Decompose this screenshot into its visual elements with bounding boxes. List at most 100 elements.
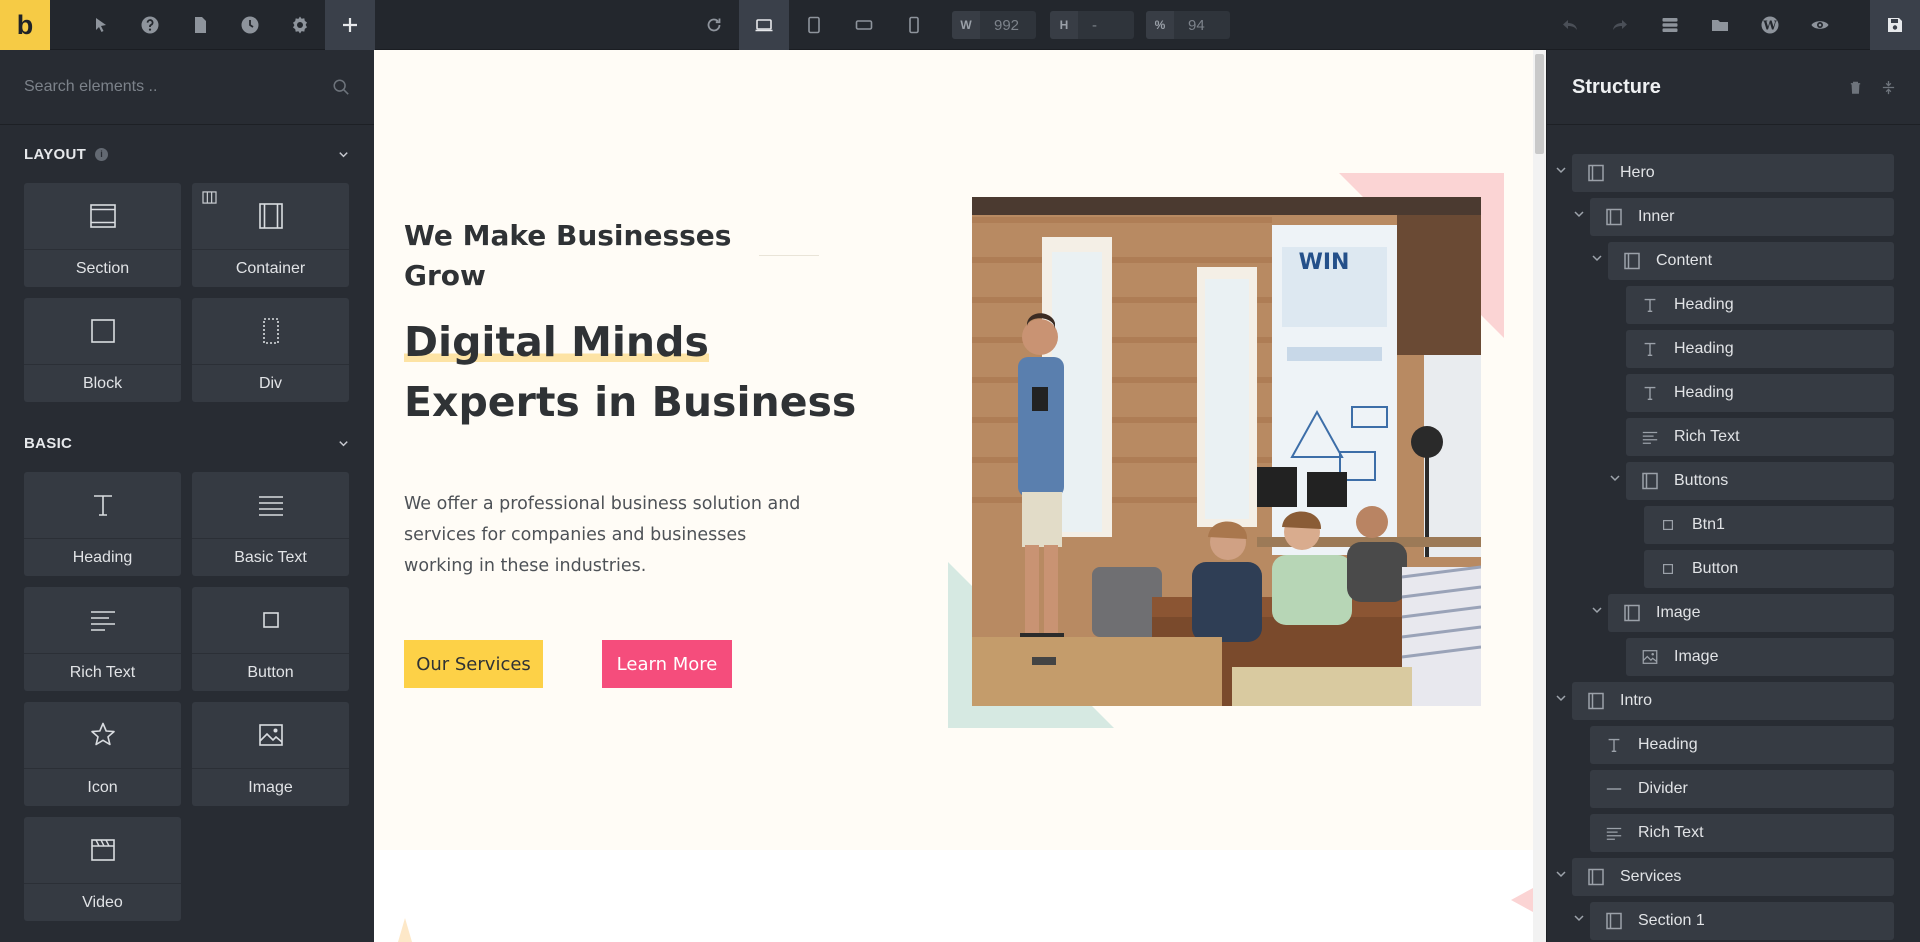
element-button[interactable]: Button — [192, 587, 349, 691]
structure-node[interactable]: Image — [1547, 634, 1920, 678]
block-icon — [88, 315, 118, 347]
info-icon[interactable]: i — [95, 147, 109, 161]
element-heading[interactable]: Heading — [24, 472, 181, 576]
chevron-down-icon[interactable] — [1554, 163, 1568, 177]
structure-node[interactable]: Button — [1547, 546, 1920, 590]
structure-node[interactable]: Image — [1547, 590, 1920, 634]
width-field[interactable]: W 992 — [952, 11, 1036, 39]
element-rich-text[interactable]: Rich Text — [24, 587, 181, 691]
folder-icon[interactable] — [1695, 0, 1745, 50]
structure-node[interactable]: Heading — [1547, 370, 1920, 414]
learn-more-button[interactable]: Learn More — [602, 640, 732, 688]
structure-node[interactable]: Heading — [1547, 326, 1920, 370]
structure-node-label: Heading — [1674, 384, 1734, 401]
structure-node[interactable]: Rich Text — [1547, 810, 1920, 854]
chevron-down-icon[interactable] — [337, 437, 350, 450]
redo-icon[interactable] — [1595, 0, 1645, 50]
svg-text:WIN: WIN — [1299, 250, 1350, 275]
wordpress-icon[interactable]: W — [1745, 0, 1795, 50]
search-icon[interactable] — [332, 78, 350, 96]
scrollbar-thumb[interactable] — [1535, 54, 1544, 154]
chevron-down-icon[interactable] — [1554, 867, 1568, 881]
heading-icon — [1639, 294, 1661, 316]
button-icon — [1657, 558, 1679, 580]
structure-node-label: Heading — [1638, 736, 1698, 753]
help-icon[interactable] — [125, 0, 175, 50]
columns-icon — [202, 191, 217, 204]
category-basic-header[interactable]: BASIC — [0, 414, 374, 472]
pointer-icon[interactable] — [75, 0, 125, 50]
element-image-label: Image — [192, 768, 349, 806]
add-elements-plus-icon[interactable] — [325, 0, 375, 50]
structure-node[interactable]: Heading — [1547, 722, 1920, 766]
pages-icon[interactable] — [175, 0, 225, 50]
chevron-down-icon[interactable] — [1572, 911, 1586, 925]
element-icon[interactable]: Icon — [24, 702, 181, 806]
structure-node[interactable]: Inner — [1547, 194, 1920, 238]
structure-node[interactable]: Heading — [1547, 282, 1920, 326]
brand-logo[interactable]: b — [0, 0, 50, 50]
chevron-down-icon[interactable] — [337, 148, 350, 161]
structure-node[interactable]: Rich Text — [1547, 414, 1920, 458]
structure-node[interactable]: Section 1 — [1547, 898, 1920, 942]
our-services-button[interactable]: Our Services — [404, 640, 543, 688]
desktop-breakpoint-icon[interactable] — [739, 0, 789, 50]
structure-node[interactable]: Hero — [1547, 150, 1920, 194]
element-image[interactable]: Image — [192, 702, 349, 806]
button-icon — [1657, 514, 1679, 536]
preview-eye-icon[interactable] — [1795, 0, 1845, 50]
element-div-label: Div — [192, 364, 349, 402]
container-icon — [1603, 206, 1625, 228]
image-icon — [256, 719, 286, 751]
category-layout-header[interactable]: LAYOUT i — [0, 125, 374, 183]
element-container[interactable]: Container — [192, 183, 349, 287]
structure-layers-icon[interactable] — [1645, 0, 1695, 50]
element-video[interactable]: Video — [24, 817, 181, 921]
structure-node-label: Rich Text — [1638, 824, 1704, 841]
save-icon[interactable] — [1870, 0, 1920, 50]
hero-rich-text[interactable]: We offer a professional business solutio… — [404, 489, 814, 582]
chevron-down-icon[interactable] — [1572, 207, 1586, 221]
chevron-down-icon[interactable] — [1554, 691, 1568, 705]
height-value: - — [1092, 16, 1097, 34]
chevron-down-icon[interactable] — [1590, 251, 1604, 265]
category-basic-title: BASIC — [24, 434, 73, 452]
mobile-landscape-icon[interactable] — [839, 0, 889, 50]
hero-section[interactable]: We Make Businesses Grow Digital Minds Ex… — [374, 50, 1533, 850]
structure-node[interactable]: Content — [1547, 238, 1920, 282]
width-label: W — [952, 11, 980, 39]
trash-icon[interactable] — [1848, 80, 1863, 95]
canvas-scrollbar[interactable] — [1533, 50, 1546, 942]
element-basic-text[interactable]: Basic Text — [192, 472, 349, 576]
structure-node[interactable]: Intro — [1547, 678, 1920, 722]
element-block[interactable]: Block — [24, 298, 181, 402]
structure-node[interactable]: Divider — [1547, 766, 1920, 810]
chevron-down-icon[interactable] — [1608, 471, 1622, 485]
hero-heading[interactable]: Digital Minds Experts in Business — [404, 312, 864, 432]
undo-icon[interactable] — [1545, 0, 1595, 50]
history-icon[interactable] — [225, 0, 275, 50]
reload-icon[interactable] — [689, 0, 739, 50]
hero-heading-highlight: Digital Minds — [404, 318, 709, 366]
settings-gear-icon[interactable] — [275, 0, 325, 50]
div-icon — [256, 315, 286, 347]
container-icon — [256, 200, 286, 232]
element-div[interactable]: Div — [192, 298, 349, 402]
element-rich-text-label: Rich Text — [24, 653, 181, 691]
hero-subheading[interactable]: We Make Businesses Grow — [404, 216, 734, 296]
chevron-down-icon[interactable] — [1590, 603, 1604, 617]
zoom-field[interactable]: % 94 — [1146, 11, 1230, 39]
element-section[interactable]: Section — [24, 183, 181, 287]
element-video-label: Video — [24, 883, 181, 921]
tablet-portrait-icon[interactable] — [789, 0, 839, 50]
collapse-all-icon[interactable] — [1881, 80, 1896, 95]
height-field[interactable]: H - — [1050, 11, 1134, 39]
hero-office-image[interactable]: WIN — [972, 197, 1481, 706]
divider-icon — [1603, 778, 1625, 800]
search-elements-input[interactable] — [24, 78, 304, 96]
structure-node[interactable]: Services — [1547, 854, 1920, 898]
mobile-portrait-icon[interactable] — [889, 0, 939, 50]
structure-node[interactable]: Btn1 — [1547, 502, 1920, 546]
heading-icon — [1603, 734, 1625, 756]
structure-node[interactable]: Buttons — [1547, 458, 1920, 502]
